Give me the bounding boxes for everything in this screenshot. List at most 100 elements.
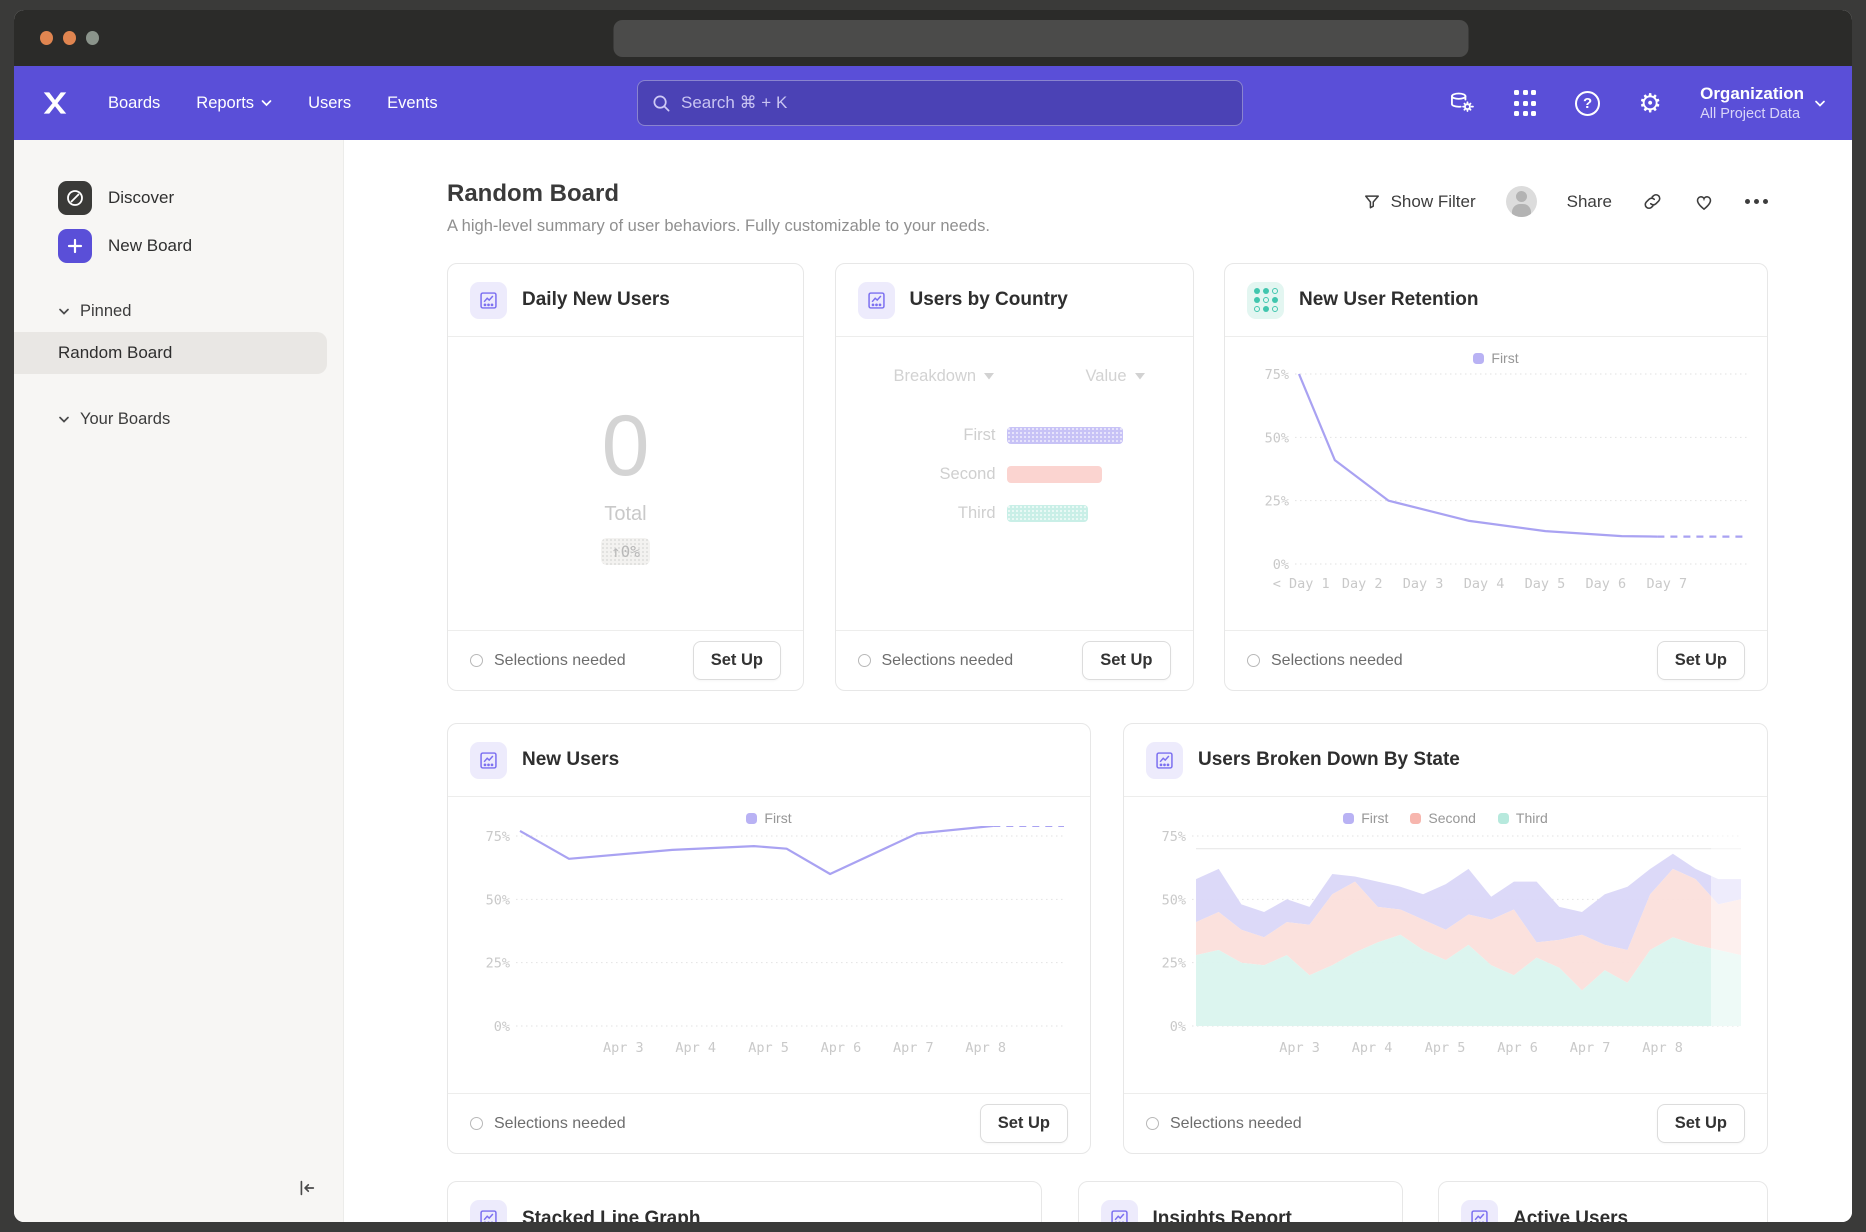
copy-link-button[interactable] [1642, 191, 1663, 212]
chart-icon [470, 282, 507, 319]
svg-text:Day 5: Day 5 [1525, 576, 1566, 592]
breakdown-dropdown[interactable]: Breakdown [894, 367, 995, 386]
chevron-down-icon [58, 415, 70, 424]
filter-funnel-icon [1362, 192, 1382, 212]
status-circle-icon [1247, 654, 1260, 667]
bar-third [1007, 505, 1088, 522]
sidebar-item-discover[interactable]: Discover [14, 178, 343, 218]
sidebar-item-new-board[interactable]: New Board [14, 226, 343, 266]
svg-text:25%: 25% [1265, 494, 1289, 510]
svg-text:< Day 1: < Day 1 [1273, 576, 1330, 592]
sidebar-section-pinned[interactable]: Pinned [14, 292, 343, 330]
card-new-user-retention: New User Retention First 75% 50% 25% 0% < Da… [1224, 263, 1768, 691]
mixpanel-logo-icon[interactable] [40, 87, 72, 119]
card-active-users: Active Users [1438, 1181, 1768, 1222]
search-input[interactable]: Search ⌘ + K [637, 80, 1243, 126]
nav-item-reports[interactable]: Reports [196, 94, 272, 113]
window-zoom-button[interactable] [86, 31, 99, 45]
window-close-button[interactable] [40, 31, 53, 45]
card-users-by-state: Users Broken Down By State First Second … [1123, 723, 1768, 1154]
section-label: Pinned [80, 302, 131, 321]
nav-item-label: Reports [196, 94, 254, 113]
set-up-button[interactable]: Set Up [1657, 641, 1745, 680]
bar-row: First [836, 426, 1193, 445]
svg-text:Day 2: Day 2 [1342, 576, 1383, 592]
chart-icon [1461, 1200, 1498, 1222]
card-title: New Users [522, 749, 619, 771]
svg-text:Day 4: Day 4 [1464, 576, 1505, 592]
svg-text:50%: 50% [1265, 430, 1289, 446]
nav-item-events[interactable]: Events [387, 94, 437, 113]
retention-grid-icon [1247, 282, 1284, 319]
page-subtitle: A high-level summary of user behaviors. … [447, 217, 1768, 236]
svg-text:25%: 25% [1162, 956, 1186, 972]
status-selections-needed: Selections needed [1247, 652, 1403, 670]
discover-compass-icon [58, 181, 92, 215]
set-up-button[interactable]: Set Up [1082, 641, 1170, 680]
avatar[interactable] [1506, 186, 1537, 217]
legend-swatch [1473, 353, 1484, 364]
nav-item-label: Boards [108, 94, 160, 113]
card-insights-report: Insights Report [1078, 1181, 1403, 1222]
chart-icon [1101, 1200, 1138, 1222]
svg-text:75%: 75% [1162, 829, 1186, 845]
show-filter-label: Show Filter [1391, 192, 1476, 212]
svg-text:Apr 7: Apr 7 [1570, 1040, 1611, 1056]
search-placeholder: Search ⌘ + K [681, 93, 787, 113]
legend-label: First [1361, 810, 1388, 826]
legend-label: First [1491, 350, 1518, 366]
org-switcher[interactable]: Organization All Project Data [1700, 84, 1826, 122]
svg-text:75%: 75% [1265, 367, 1289, 383]
more-options-button[interactable] [1745, 199, 1768, 204]
board-label: Random Board [58, 343, 172, 363]
new-users-chart: 75%50%25%0%Apr 3Apr 4Apr 5Apr 6Apr 7Apr … [448, 826, 1090, 1069]
share-button[interactable]: Share [1567, 192, 1612, 212]
svg-text:Apr 6: Apr 6 [1497, 1040, 1538, 1056]
chevron-down-icon [1135, 373, 1145, 380]
settings-gear-icon[interactable]: ⚙ [1636, 89, 1664, 117]
card-title: Daily New Users [522, 289, 670, 311]
window-minimize-button[interactable] [63, 31, 76, 45]
legend-swatch [746, 813, 757, 824]
sidebar-section-your-boards[interactable]: Your Boards [14, 400, 343, 438]
card-title: New User Retention [1299, 289, 1478, 311]
nav-item-boards[interactable]: Boards [108, 94, 160, 113]
svg-text:0%: 0% [1273, 557, 1289, 573]
org-name: Organization [1700, 84, 1804, 104]
nav-item-users[interactable]: Users [308, 94, 351, 113]
svg-text:0%: 0% [1170, 1019, 1186, 1035]
chart-icon [470, 1200, 507, 1222]
sidebar-collapse-button[interactable] [295, 1177, 317, 1204]
card-new-users: New Users First 75%50%25%0%Apr 3Apr 4Apr… [447, 723, 1091, 1154]
bar-row: Third [836, 504, 1193, 523]
sidebar-item-random-board[interactable]: Random Board [14, 332, 327, 374]
section-label: Your Boards [80, 410, 170, 429]
svg-text:Day 6: Day 6 [1586, 576, 1627, 592]
org-project: All Project Data [1700, 106, 1804, 122]
metric-label: Total [604, 503, 646, 526]
card-title: Insights Report [1153, 1208, 1292, 1223]
chevron-down-icon [984, 373, 994, 380]
set-up-button[interactable]: Set Up [693, 641, 781, 680]
nav-menu: Boards Reports Users Events [108, 94, 438, 113]
svg-text:Apr 5: Apr 5 [1425, 1040, 1466, 1056]
card-title: Active Users [1513, 1208, 1628, 1223]
window-titlebar [14, 10, 1852, 66]
data-management-icon[interactable] [1447, 89, 1475, 117]
status-circle-icon [858, 654, 871, 667]
svg-text:Apr 8: Apr 8 [965, 1040, 1006, 1056]
share-label: Share [1567, 192, 1612, 212]
value-dropdown[interactable]: Value [1086, 367, 1145, 386]
dropdown-label: Value [1086, 367, 1127, 386]
set-up-button[interactable]: Set Up [980, 1104, 1068, 1143]
nav-item-label: Users [308, 94, 351, 113]
address-bar[interactable] [614, 20, 1469, 57]
chevron-down-icon [1814, 99, 1826, 108]
show-filter-button[interactable]: Show Filter [1362, 192, 1476, 212]
legend-swatch [1498, 813, 1509, 824]
set-up-button[interactable]: Set Up [1657, 1104, 1745, 1143]
help-icon[interactable]: ? [1575, 91, 1600, 116]
delta-badge: ↑0% [601, 538, 650, 565]
apps-grid-icon[interactable] [1511, 89, 1539, 117]
favorite-button[interactable] [1693, 191, 1715, 213]
